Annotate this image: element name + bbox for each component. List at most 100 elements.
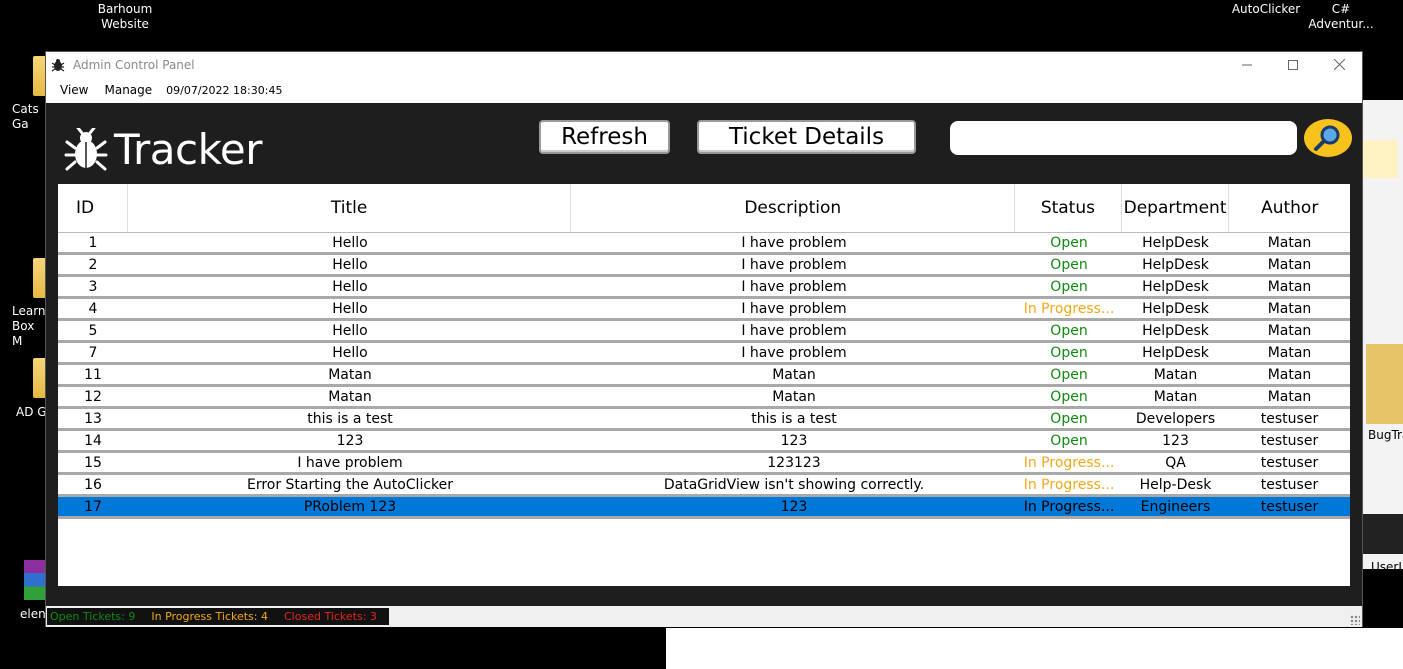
cell-description[interactable]: DataGridView isn't showing correctly. bbox=[572, 475, 1016, 494]
cell-title[interactable]: PRoblem 123 bbox=[128, 497, 572, 516]
cell-description[interactable]: 123123 bbox=[572, 453, 1016, 472]
cell-department[interactable]: Help-Desk bbox=[1122, 475, 1229, 494]
cell-title[interactable]: Matan bbox=[128, 365, 572, 384]
desktop-icon-left-2[interactable]: Learn Box M bbox=[12, 304, 48, 349]
cell-author[interactable]: Matan bbox=[1229, 343, 1350, 362]
cell-status[interactable]: Open bbox=[1016, 233, 1122, 252]
cell-department[interactable]: Engineers bbox=[1122, 497, 1229, 516]
cell-description[interactable]: Matan bbox=[572, 387, 1016, 406]
cell-status[interactable]: In Progress... bbox=[1016, 497, 1122, 516]
ticket-details-button[interactable]: Ticket Details bbox=[697, 120, 916, 154]
cell-department[interactable]: HelpDesk bbox=[1122, 321, 1229, 340]
cell-title[interactable]: Matan bbox=[128, 387, 572, 406]
cell-status[interactable]: In Progress... bbox=[1016, 453, 1122, 472]
desktop-icon-left-4[interactable]: elen bbox=[20, 607, 48, 622]
cell-department[interactable]: HelpDesk bbox=[1122, 233, 1229, 252]
cell-status[interactable]: Open bbox=[1016, 277, 1122, 296]
cell-id[interactable]: 2 bbox=[58, 255, 128, 274]
cell-id[interactable]: 4 bbox=[58, 299, 128, 318]
refresh-button[interactable]: Refresh bbox=[539, 120, 670, 154]
table-row[interactable]: 15 I have problem 123123 In Progress... QA te… bbox=[58, 453, 1350, 475]
search-input[interactable] bbox=[950, 121, 1297, 155]
desktop-icon-csharp-adventure[interactable]: C# Adventur... bbox=[1306, 2, 1376, 32]
cell-description[interactable]: I have problem bbox=[572, 277, 1016, 296]
cell-author[interactable]: Matan bbox=[1229, 387, 1350, 406]
cell-title[interactable]: Hello bbox=[128, 299, 572, 318]
column-header-status[interactable]: Status bbox=[1015, 184, 1122, 232]
cell-department[interactable]: Matan bbox=[1122, 365, 1229, 384]
cell-department[interactable]: HelpDesk bbox=[1122, 343, 1229, 362]
cell-title[interactable]: Hello bbox=[128, 233, 572, 252]
desktop-icon-left-3[interactable]: AD G bbox=[16, 405, 48, 420]
column-header-author[interactable]: Author bbox=[1229, 184, 1350, 232]
cell-author[interactable]: testuser bbox=[1229, 497, 1350, 516]
title-bar[interactable]: Admin Control Panel bbox=[46, 52, 1362, 77]
desktop-icon-right-2[interactable]: UserLo bbox=[1371, 560, 1403, 575]
cell-author[interactable]: Matan bbox=[1229, 321, 1350, 340]
cell-status[interactable]: In Progress... bbox=[1016, 299, 1122, 318]
table-row[interactable]: 4 Hello I have problem In Progress... HelpDe… bbox=[58, 299, 1350, 321]
cell-id[interactable]: 7 bbox=[58, 343, 128, 362]
table-row[interactable]: 1 Hello I have problem Open HelpDesk Matan bbox=[58, 233, 1350, 255]
close-button[interactable] bbox=[1316, 52, 1362, 77]
cell-description[interactable]: 123 bbox=[572, 431, 1016, 450]
cell-id[interactable]: 5 bbox=[58, 321, 128, 340]
table-row[interactable]: 2 Hello I have problem Open HelpDesk Matan bbox=[58, 255, 1350, 277]
cell-author[interactable]: testuser bbox=[1229, 453, 1350, 472]
maximize-button[interactable] bbox=[1270, 52, 1316, 77]
column-header-id[interactable]: ID bbox=[58, 184, 128, 232]
cell-id[interactable]: 17 bbox=[58, 497, 128, 516]
cell-title[interactable]: Hello bbox=[128, 321, 572, 340]
cell-author[interactable]: Matan bbox=[1229, 233, 1350, 252]
cell-description[interactable]: I have problem bbox=[572, 343, 1016, 362]
table-row-selected[interactable]: 17 PRoblem 123 123 In Progress... Engineers t… bbox=[58, 497, 1350, 519]
folder-icon[interactable] bbox=[1366, 344, 1403, 424]
cell-department[interactable]: HelpDesk bbox=[1122, 299, 1229, 318]
cell-department[interactable]: 123 bbox=[1122, 431, 1229, 450]
cell-id[interactable]: 16 bbox=[58, 475, 128, 494]
winrar-icon[interactable] bbox=[24, 560, 46, 600]
cell-department[interactable]: QA bbox=[1122, 453, 1229, 472]
desktop-icon-right-1[interactable]: BugTra bbox=[1368, 428, 1403, 443]
cell-title[interactable]: Hello bbox=[128, 277, 572, 296]
cell-author[interactable]: Matan bbox=[1229, 365, 1350, 384]
cell-id[interactable]: 12 bbox=[58, 387, 128, 406]
cell-status[interactable]: Open bbox=[1016, 321, 1122, 340]
table-row[interactable]: 13 this is a test this is a test Open Develo… bbox=[58, 409, 1350, 431]
cell-id[interactable]: 1 bbox=[58, 233, 128, 252]
cell-description[interactable]: I have problem bbox=[572, 321, 1016, 340]
cell-id[interactable]: 14 bbox=[58, 431, 128, 450]
cell-description[interactable]: this is a test bbox=[572, 409, 1016, 428]
cell-status[interactable]: Open bbox=[1016, 409, 1122, 428]
cell-title[interactable]: Hello bbox=[128, 255, 572, 274]
cell-status[interactable]: Open bbox=[1016, 387, 1122, 406]
menu-view[interactable]: View bbox=[52, 83, 96, 97]
cell-department[interactable]: Matan bbox=[1122, 387, 1229, 406]
cell-description[interactable]: I have problem bbox=[572, 255, 1016, 274]
table-row[interactable]: 14 123 123 Open 123 testuser bbox=[58, 431, 1350, 453]
cell-author[interactable]: testuser bbox=[1229, 409, 1350, 428]
table-row[interactable]: 12 Matan Matan Open Matan Matan bbox=[58, 387, 1350, 409]
cell-id[interactable]: 13 bbox=[58, 409, 128, 428]
cell-department[interactable]: HelpDesk bbox=[1122, 255, 1229, 274]
cell-status[interactable]: Open bbox=[1016, 255, 1122, 274]
cell-status[interactable]: Open bbox=[1016, 365, 1122, 384]
cell-title[interactable]: 123 bbox=[128, 431, 572, 450]
cell-title[interactable]: Hello bbox=[128, 343, 572, 362]
column-header-title[interactable]: Title bbox=[128, 184, 572, 232]
minimize-button[interactable] bbox=[1224, 52, 1270, 77]
desktop-icon-barhoum-website[interactable]: Barhoum Website bbox=[90, 2, 160, 32]
tickets-grid[interactable]: ID Title Description Status Department A… bbox=[58, 184, 1350, 586]
cell-title[interactable]: Error Starting the AutoClicker bbox=[128, 475, 572, 494]
column-header-department[interactable]: Department bbox=[1122, 184, 1230, 232]
desktop-icon-left-1[interactable]: Cats Ga bbox=[12, 102, 48, 132]
table-row[interactable]: 16 Error Starting the AutoClicker DataGrid… bbox=[58, 475, 1350, 497]
cell-title[interactable]: this is a test bbox=[128, 409, 572, 428]
cell-description[interactable]: 123 bbox=[572, 497, 1016, 516]
cell-department[interactable]: Developers bbox=[1122, 409, 1229, 428]
cell-author[interactable]: Matan bbox=[1229, 299, 1350, 318]
cell-department[interactable]: HelpDesk bbox=[1122, 277, 1229, 296]
desktop-icon-autoclicker[interactable]: AutoClicker bbox=[1226, 2, 1306, 17]
cell-status[interactable]: In Progress... bbox=[1016, 475, 1122, 494]
column-header-description[interactable]: Description bbox=[571, 184, 1016, 232]
